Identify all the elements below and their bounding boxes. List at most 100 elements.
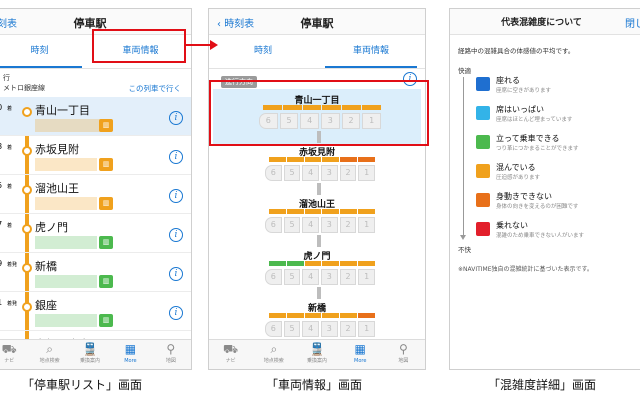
- car-congestion-bar: [304, 261, 322, 266]
- crowd-level-icon: ▥: [99, 197, 113, 210]
- car-congestion-bar: [322, 313, 340, 318]
- train-car: 2: [339, 321, 357, 337]
- tabbar-more[interactable]: ▦ More: [110, 340, 150, 369]
- stop-row[interactable]: 05 着 溜池山王 ▥ i: [0, 175, 191, 214]
- congestion-level: 混んでいる 圧迫感があります: [476, 162, 640, 188]
- stop-dot: [22, 146, 32, 156]
- congestion-level-desc: 座席に空きがあります: [496, 88, 552, 94]
- car-congestion-bar: [269, 157, 286, 162]
- stop-name: 青山一丁目: [35, 104, 90, 117]
- search-icon: ⌕: [270, 342, 278, 356]
- tab-car-info[interactable]: 車両情報: [317, 35, 425, 68]
- info-icon[interactable]: i: [169, 150, 183, 164]
- congestion-level-name: 身動きできない: [496, 192, 552, 201]
- stop-time-suffix: 着発: [7, 301, 18, 307]
- congestion-level-name: 混んでいる: [496, 163, 536, 172]
- congestion-bar: ▥: [35, 275, 113, 288]
- train-car: 5: [283, 321, 301, 337]
- tabbar-navi[interactable]: ⛟ ナビ: [0, 340, 29, 369]
- car-congestion-bar: [340, 261, 358, 266]
- tabbar-map[interactable]: ⚲ 地図: [382, 340, 425, 369]
- train-car: 1: [358, 321, 376, 337]
- congestion-swatch: [476, 222, 490, 236]
- arrow-right-icon: [210, 40, 218, 50]
- car-congestion-bar: [358, 313, 375, 318]
- train-car: 3: [321, 165, 338, 181]
- car-congestion-bar: [322, 157, 340, 162]
- info-icon[interactable]: i: [169, 228, 183, 242]
- stop-row[interactable]: 03 着 赤坂見附 ▥ i: [0, 136, 191, 175]
- average-note: 経路中の混雑具合の体感値の平均です。: [458, 47, 575, 55]
- car-congestion-bar: [286, 209, 304, 214]
- stop-time-suffix: 着発: [7, 262, 18, 268]
- stop-row[interactable]: 07 着 虎ノ門 ▥ i: [0, 214, 191, 253]
- train-car: 5: [283, 269, 301, 285]
- stop-row[interactable]: 09 着発 新橋 ▥ i: [0, 253, 191, 292]
- scale-comfortable-label: 快適: [458, 67, 471, 75]
- stop-row[interactable]: 00 着 青山一丁目 ▥ i: [0, 97, 191, 136]
- info-icon[interactable]: i: [169, 189, 183, 203]
- tabbar-search[interactable]: ⌕ 地点検索: [252, 340, 295, 369]
- tabbar-navi[interactable]: ⛟ ナビ: [209, 340, 252, 369]
- station-car-row[interactable]: 新橋 6 5 4 3 2 1: [219, 297, 415, 341]
- tabbar-label: 地図: [398, 358, 409, 364]
- train-car: 4: [302, 321, 320, 337]
- stop-row[interactable]: 11 着発 銀座 ▥ i: [0, 292, 191, 331]
- car-congestion-bar: [304, 209, 322, 214]
- congestion-bar-fill: [35, 275, 98, 288]
- train-car: 5: [283, 165, 301, 181]
- bottom-tab-bar: ⛟ ナビ ⌕ 地点検索 🚆 乗換案内 ▦ More ⚲ 地図: [0, 339, 191, 369]
- train-icon: 🚆: [82, 342, 98, 356]
- crowd-level-icon: ▥: [99, 158, 113, 171]
- car-congestion-bar: [286, 261, 304, 266]
- tab-time[interactable]: 時刻: [0, 35, 90, 68]
- car-congestion-bar: [358, 209, 375, 214]
- train-car: 1: [358, 165, 376, 181]
- crowd-level-icon: ▥: [99, 119, 113, 132]
- congestion-swatch: [476, 106, 490, 120]
- tabbar-search[interactable]: ⌕ 地点検索: [29, 340, 69, 369]
- crowd-level-icon: ▥: [99, 314, 113, 327]
- bottom-tab-bar: ⛟ ナビ ⌕ 地点検索 🚆 乗換案内 ▦ More ⚲ 地図: [209, 339, 425, 369]
- nav-bar: ‹ 時刻表 停車駅: [209, 9, 425, 35]
- train-car: 6: [265, 165, 282, 181]
- stop-dot: [22, 107, 32, 117]
- congestion-level: 座れる 座席に空きがあります: [476, 75, 640, 101]
- congestion-detail-screen: 代表混雑度について 閉じ 経路中の混雑具合の体感値の平均です。 快適 不快 座れ…: [449, 8, 640, 370]
- navi-icon: ⛟: [223, 342, 239, 356]
- stop-time: 05: [0, 181, 2, 190]
- take-this-train-link[interactable]: この列車で行く: [129, 83, 182, 94]
- info-icon[interactable]: i: [169, 306, 183, 320]
- congestion-bar-fill: [35, 158, 98, 171]
- tabbar-transit[interactable]: 🚆 乗換案内: [70, 340, 110, 369]
- caption-car-info: 「車両情報」画面: [266, 378, 363, 392]
- car-congestion-bar: [322, 261, 340, 266]
- congestion-level: 席はいっぱい 座席はほとんど埋まっています: [476, 104, 640, 130]
- congestion-bar-fill: [35, 119, 110, 132]
- stop-name: 溜池山王: [35, 182, 79, 195]
- highlight-box-first-station: [209, 80, 429, 146]
- tabbar-transit[interactable]: 🚆 乗換案内: [295, 340, 338, 369]
- info-icon[interactable]: i: [169, 267, 183, 281]
- tabbar-label: 乗換案内: [307, 358, 328, 364]
- arrow-line: [186, 44, 212, 46]
- stop-time-suffix: 着: [7, 145, 13, 151]
- close-button[interactable]: 閉じ: [625, 15, 640, 30]
- train-car: 3: [321, 217, 338, 233]
- tab-time[interactable]: 時刻: [209, 35, 317, 68]
- congestion-level-desc: 混雑のため乗車できない人がいます: [496, 233, 585, 239]
- train-car: 1: [358, 269, 376, 285]
- tabbar-map[interactable]: ⚲ 地図: [151, 340, 191, 369]
- train-car: 5: [283, 217, 301, 233]
- car-congestion-bar: [304, 157, 322, 162]
- tabbar-more[interactable]: ▦ More: [339, 340, 382, 369]
- info-icon[interactable]: i: [169, 111, 183, 125]
- more-icon: ▦: [354, 342, 366, 356]
- car-congestion-bars: [269, 157, 375, 162]
- congestion-level-desc: 座席はほとんど埋まっています: [496, 117, 573, 123]
- stop-time-suffix: 着: [7, 106, 13, 112]
- car-congestion-bars: [269, 313, 375, 318]
- map-pin-icon: ⚲: [166, 342, 176, 356]
- congestion-bar: ▥: [35, 236, 113, 249]
- congestion-level: 立って乗車できる つり革につかまることができます: [476, 133, 640, 159]
